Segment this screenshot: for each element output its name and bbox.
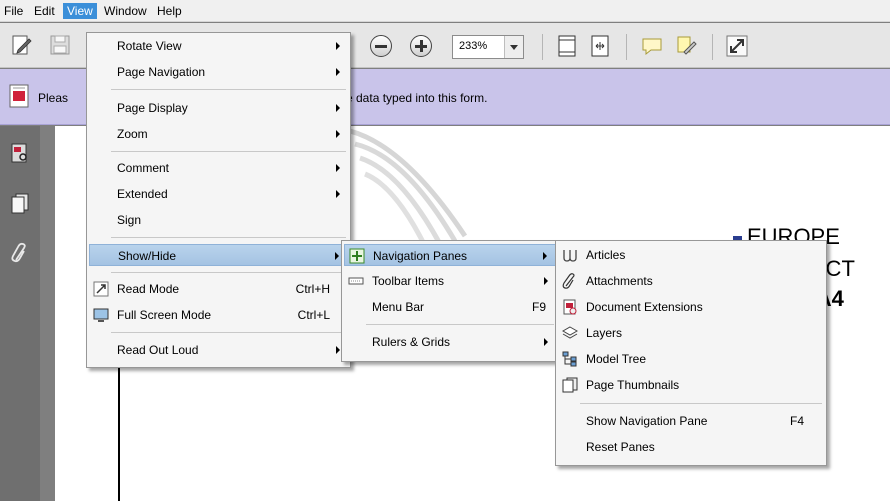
menu-item-rotate-view[interactable]: Rotate View: [89, 35, 348, 57]
monitor-icon: [93, 308, 109, 322]
menu-separator: [111, 237, 346, 238]
menu-bar: File Edit View Window Help: [0, 0, 890, 22]
pages-icon[interactable]: [10, 192, 30, 214]
paperclip-icon[interactable]: [10, 242, 30, 264]
menu-separator: [111, 332, 346, 333]
menu-item-page-navigation[interactable]: Page Navigation: [89, 61, 348, 83]
menu-item-read-out-loud[interactable]: Read Out Loud: [89, 339, 348, 361]
menu-edit[interactable]: Edit: [30, 3, 59, 19]
menu-item-page-display[interactable]: Page Display: [89, 97, 348, 119]
menu-item-attachments[interactable]: Attachments: [558, 270, 824, 292]
menu-item-navigation-panes[interactable]: Navigation Panes: [344, 244, 556, 266]
full-screen-icon[interactable]: [725, 34, 749, 58]
menu-item-rulers-grids[interactable]: Rulers & Grids: [344, 331, 556, 353]
menu-file[interactable]: File: [0, 3, 27, 19]
zoom-out-icon[interactable]: [370, 35, 392, 57]
zoom-level-value: 233%: [459, 40, 488, 52]
menu-item-full-screen-mode[interactable]: Full Screen Mode Ctrl+L: [89, 304, 348, 326]
menu-separator: [111, 151, 346, 152]
message-text-end: e data typed into this form.: [346, 91, 488, 105]
toolbar-icon: [348, 277, 364, 285]
save-icon[interactable]: [48, 33, 72, 57]
form-document-icon: [9, 84, 29, 108]
document-search-icon[interactable]: [10, 142, 30, 164]
comment-icon[interactable]: [640, 34, 664, 58]
fit-width-icon[interactable]: [588, 34, 612, 58]
toolbar-separator: [712, 34, 713, 60]
menu-item-layers[interactable]: Layers: [558, 322, 824, 344]
message-text-start: Pleas: [38, 91, 69, 105]
read-mode-icon: [93, 281, 109, 297]
submenu-arrow-icon: [543, 252, 547, 260]
menu-view[interactable]: View: [63, 3, 97, 19]
submenu-arrow-icon: [336, 68, 340, 76]
fit-page-icon[interactable]: [555, 34, 579, 58]
menu-item-show-navigation-pane[interactable]: Show Navigation Pane F4: [558, 410, 824, 432]
navigation-panes-icon: [349, 248, 365, 264]
submenu-arrow-icon: [335, 252, 339, 260]
menu-help[interactable]: Help: [153, 3, 186, 19]
edit-document-icon[interactable]: [10, 33, 34, 57]
submenu-arrow-icon: [544, 277, 548, 285]
paperclip-icon: [562, 273, 575, 289]
view-menu: Rotate View Page Navigation Page Display…: [86, 32, 351, 368]
zoom-in-icon[interactable]: [410, 35, 432, 57]
menu-item-show-hide[interactable]: Show/Hide: [89, 244, 348, 266]
menu-item-comment[interactable]: Comment: [89, 157, 348, 179]
menu-item-zoom[interactable]: Zoom: [89, 123, 348, 145]
menu-separator: [580, 403, 822, 404]
submenu-arrow-icon: [336, 104, 340, 112]
submenu-arrow-icon: [336, 130, 340, 138]
toolbar-separator: [542, 34, 543, 60]
menu-item-model-tree[interactable]: Model Tree: [558, 348, 824, 370]
show-hide-submenu: Navigation Panes Toolbar Items Menu Bar F…: [341, 240, 559, 362]
menu-item-articles[interactable]: Articles: [558, 244, 824, 266]
chevron-down-icon[interactable]: [504, 36, 523, 58]
menu-window[interactable]: Window: [100, 3, 151, 19]
menu-item-menu-bar[interactable]: Menu Bar F9: [344, 296, 556, 318]
model-tree-icon: [562, 351, 577, 367]
submenu-arrow-icon: [336, 190, 340, 198]
navigation-panes-submenu: Articles Attachments Document Extensions…: [555, 240, 827, 466]
zoom-level-select[interactable]: 233%: [452, 35, 524, 59]
menu-item-reset-panes[interactable]: Reset Panes: [558, 436, 824, 458]
highlight-icon[interactable]: [674, 34, 698, 58]
navigation-pane-strip: [0, 126, 40, 501]
layers-icon: [562, 326, 578, 339]
menu-item-sign[interactable]: Sign: [89, 209, 348, 231]
logo-stripes-graphic: [349, 128, 468, 248]
page-thumbnails-icon: [562, 377, 578, 393]
submenu-arrow-icon: [336, 42, 340, 50]
toolbar-separator: [626, 34, 627, 60]
menu-item-document-extensions[interactable]: Document Extensions: [558, 296, 824, 318]
menu-separator: [366, 324, 554, 325]
menu-item-page-thumbnails[interactable]: Page Thumbnails: [558, 374, 824, 396]
menu-item-extended[interactable]: Extended: [89, 183, 348, 205]
articles-icon: [563, 250, 577, 262]
menu-item-toolbar-items[interactable]: Toolbar Items: [344, 270, 556, 292]
menu-separator: [111, 89, 346, 90]
menu-separator: [111, 272, 346, 273]
document-extensions-icon: [563, 299, 577, 315]
menu-item-read-mode[interactable]: Read Mode Ctrl+H: [89, 278, 348, 300]
submenu-arrow-icon: [544, 338, 548, 346]
submenu-arrow-icon: [336, 164, 340, 172]
submenu-arrow-icon: [336, 346, 340, 354]
